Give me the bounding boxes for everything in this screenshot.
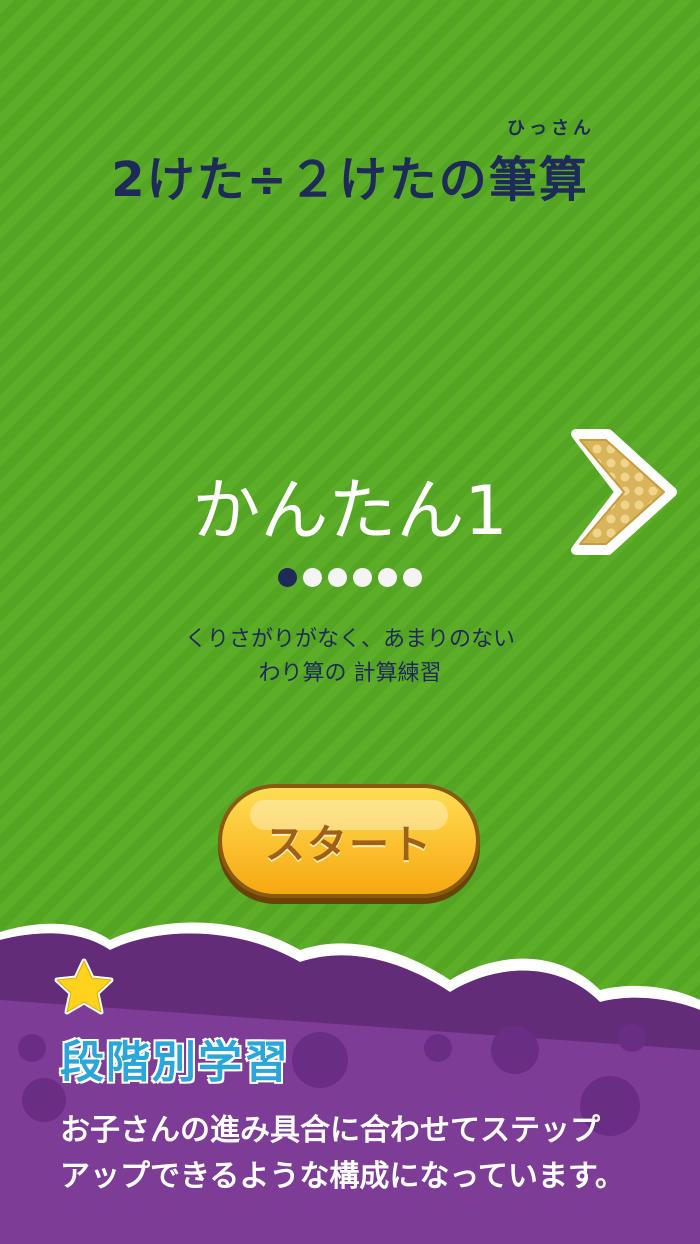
start-button-label: スタート (265, 822, 433, 868)
feature-title: 段階別学習 (59, 1036, 290, 1089)
page-dot-2[interactable] (303, 568, 322, 587)
page-dot-4[interactable] (353, 568, 372, 587)
page-indicator (0, 568, 700, 587)
start-button[interactable]: スタート (222, 788, 476, 894)
page-title: 2けた÷２けたの筆算 (111, 152, 589, 208)
page-dot-3[interactable] (328, 568, 347, 587)
feature-line-1: お子さんの進み具合に合わせてステップ (60, 1113, 600, 1148)
level-description: くりさがりがなく、あまりのない わり算の 計算練習 (0, 623, 700, 691)
feature-description: お子さんの進み具合に合わせてステップ アップできるような構成になっています。 (60, 1108, 660, 1200)
star-icon (54, 958, 114, 1015)
page-dot-6[interactable] (403, 568, 422, 587)
page-dot-1[interactable] (278, 568, 297, 587)
description-line-1: くりさがりがなく、あまりのない (184, 627, 515, 652)
description-line-2: わり算の 計算練習 (258, 661, 442, 686)
chevron-right-icon[interactable] (562, 428, 680, 556)
feature-line-2: アップできるような構成になっています。 (60, 1159, 625, 1194)
title-ruby: ひっさん (507, 118, 595, 139)
page-dot-5[interactable] (378, 568, 397, 587)
